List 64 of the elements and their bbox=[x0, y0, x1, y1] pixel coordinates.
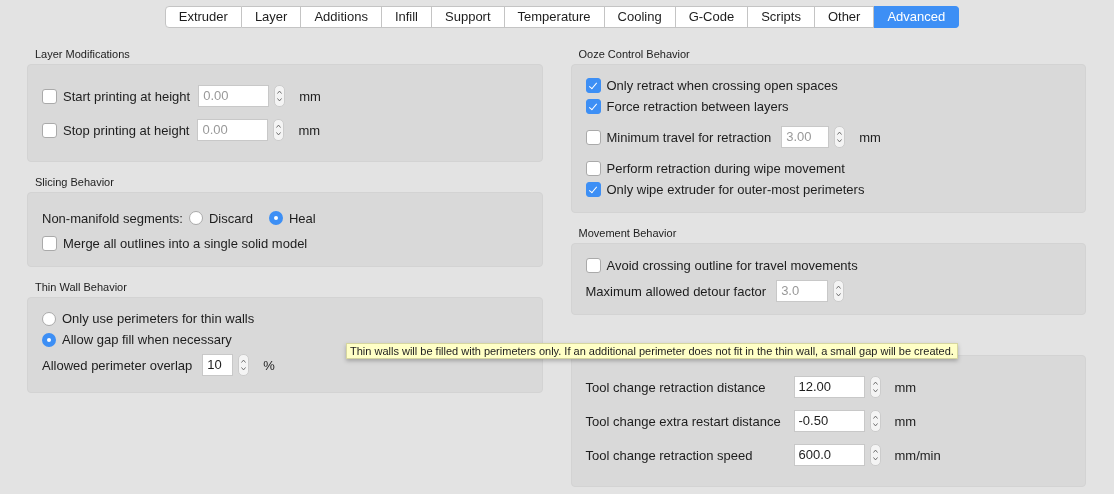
unit-label: mm bbox=[894, 413, 917, 429]
stepper-icon[interactable] bbox=[869, 376, 881, 398]
radio-button[interactable] bbox=[188, 211, 203, 225]
stepper-icon[interactable] bbox=[273, 119, 285, 141]
tab[interactable]: Support bbox=[432, 6, 505, 28]
radio-label: Discard bbox=[208, 210, 253, 226]
tab[interactable]: Layer bbox=[241, 6, 302, 28]
checkbox[interactable] bbox=[42, 236, 57, 251]
checkbox-label: Force retraction between layers bbox=[606, 99, 789, 114]
checkbox[interactable] bbox=[585, 182, 601, 197]
checkbox-label: Merge all outlines into a single solid model bbox=[63, 236, 308, 251]
tab[interactable]: G-Code bbox=[675, 6, 749, 28]
tab[interactable]: Additions bbox=[301, 6, 382, 28]
number-field[interactable]: -0.50 bbox=[793, 410, 865, 432]
unit-label: mm/min bbox=[894, 447, 941, 463]
number-field[interactable]: 10 bbox=[202, 354, 234, 376]
checkbox-label: Perform retraction during wipe movement bbox=[606, 161, 845, 176]
checkbox[interactable] bbox=[585, 161, 601, 176]
field-label: Non-manifold segments: bbox=[42, 210, 183, 226]
radio-button[interactable] bbox=[42, 332, 56, 347]
radio-button[interactable] bbox=[42, 311, 56, 326]
radio-label: Heal bbox=[289, 210, 316, 226]
radio-button[interactable] bbox=[269, 211, 283, 225]
unit-label: mm bbox=[298, 122, 321, 138]
group-title: Slicing Behavior bbox=[34, 176, 115, 190]
group-title: Movement Behavior bbox=[577, 227, 678, 241]
tab[interactable]: Other bbox=[814, 6, 875, 28]
radio-label: Only use perimeters for thin walls bbox=[62, 311, 255, 326]
checkbox-label: Minimum travel for retraction bbox=[606, 129, 772, 145]
field-label: Tool change extra restart distance bbox=[585, 413, 782, 429]
tooltip: Thin walls will be filled with perimeters only. If an additional perimeter does not fit in the thin wall, a small gap will be created. bbox=[346, 343, 958, 359]
stepper-icon[interactable] bbox=[833, 280, 845, 302]
checkbox-label: Start printing at height bbox=[63, 88, 191, 104]
group-title: Layer Modifications bbox=[34, 48, 131, 62]
checkbox-label: Stop printing at height bbox=[63, 122, 190, 138]
field-label: Tool change retraction distance bbox=[585, 379, 767, 395]
group-title: Ooze Control Behavior bbox=[577, 48, 691, 62]
stepper-icon[interactable] bbox=[869, 410, 881, 432]
number-field[interactable]: 600.0 bbox=[793, 444, 865, 466]
number-field[interactable]: 12.00 bbox=[793, 376, 865, 398]
stepper-icon[interactable] bbox=[274, 85, 286, 107]
unit-label: mm bbox=[859, 129, 881, 145]
stepper-icon[interactable] bbox=[834, 126, 846, 148]
checkbox[interactable] bbox=[585, 258, 601, 273]
group-title: Thin Wall Behavior bbox=[34, 281, 128, 295]
radio-label: Allow gap fill when necessary bbox=[62, 332, 232, 347]
stepper-icon[interactable] bbox=[238, 354, 250, 376]
checkbox-label: Avoid crossing outline for travel movements bbox=[606, 258, 858, 273]
stepper-icon[interactable] bbox=[869, 444, 881, 466]
tab[interactable]: Scripts bbox=[748, 6, 815, 28]
tab[interactable]: Infill bbox=[381, 6, 432, 28]
checkbox-label: Only retract when crossing open spaces bbox=[606, 78, 838, 93]
unit-label: mm bbox=[894, 379, 917, 395]
field-label: Allowed perimeter overlap bbox=[42, 357, 193, 373]
checkbox-label: Only wipe extruder for outer-most perimeters bbox=[606, 182, 865, 197]
tab[interactable]: Temperature bbox=[504, 6, 605, 28]
tab[interactable]: Cooling bbox=[604, 6, 676, 28]
field-label: Tool change retraction speed bbox=[585, 447, 754, 463]
checkbox[interactable] bbox=[585, 78, 601, 93]
field-label: Maximum allowed detour factor bbox=[585, 283, 767, 299]
tab[interactable]: Extruder bbox=[164, 6, 242, 28]
unit-label: mm bbox=[299, 88, 321, 104]
checkbox[interactable] bbox=[585, 99, 601, 114]
unit-label: % bbox=[263, 357, 275, 373]
